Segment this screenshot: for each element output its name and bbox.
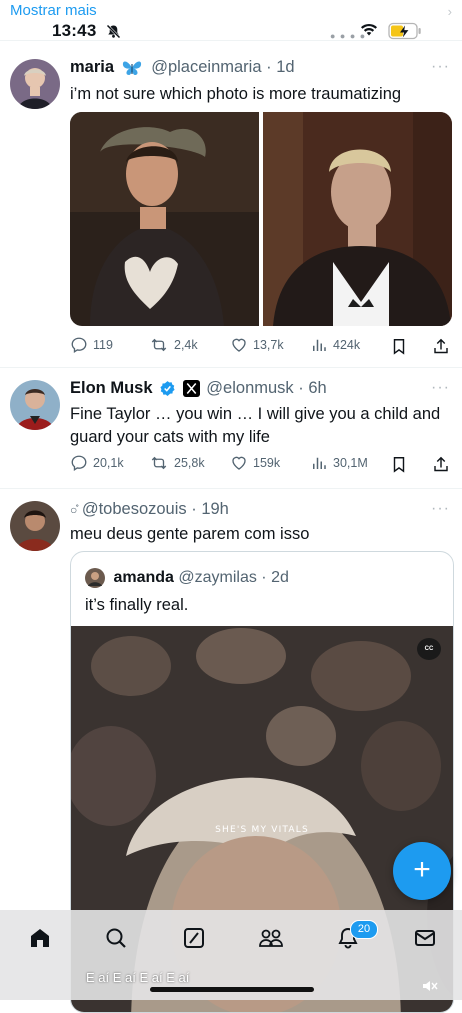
search-icon[interactable] bbox=[104, 926, 128, 950]
handle[interactable]: @tobesozouis bbox=[82, 500, 187, 518]
tweet-image[interactable] bbox=[70, 112, 259, 326]
retweet-count: 25,8k bbox=[174, 456, 205, 470]
tweet[interactable]: maria @placeinmaria · 1d ··· i’m not sur… bbox=[0, 41, 462, 366]
quote-header: amanda @zaymilas · 2d bbox=[85, 568, 289, 588]
views-count: 30,1M bbox=[333, 456, 368, 470]
quote-text: it’s finally real. bbox=[85, 596, 189, 614]
avatar[interactable] bbox=[10, 501, 60, 551]
avatar[interactable] bbox=[10, 380, 60, 430]
retweet-icon bbox=[151, 338, 167, 352]
tweet-header: maria @placeinmaria · 1d bbox=[70, 58, 295, 77]
retweet-count: 2,4k bbox=[174, 338, 198, 352]
tweet-text: Fine Taylor … you win … I will give you … bbox=[70, 405, 441, 446]
like-count: 159k bbox=[253, 456, 281, 470]
reply-icon bbox=[71, 337, 87, 354]
reply-button[interactable]: 20,1k bbox=[70, 454, 124, 472]
now-playing-text: E aí E aí E aí E aí bbox=[86, 970, 190, 985]
home-indicator bbox=[150, 987, 314, 992]
tweet[interactable]: Elon Musk @elonmusk · 6h ··· Fine Taylor… bbox=[0, 368, 462, 488]
reply-count: 20,1k bbox=[93, 456, 124, 470]
quote-display-name[interactable]: amanda bbox=[113, 569, 173, 586]
retweet-button[interactable]: 25,8k bbox=[149, 454, 205, 472]
bookmark-icon[interactable] bbox=[390, 337, 408, 356]
status-bar: Mostrar mais › 13:43 ● ● ● ● bbox=[0, 0, 462, 41]
separator-dot: · bbox=[256, 569, 272, 587]
wifi-icon bbox=[361, 23, 377, 36]
views-count: 424k bbox=[333, 338, 361, 352]
views-icon bbox=[313, 457, 326, 469]
tweet-header: ○̊ @tobesozouis · 19h bbox=[70, 500, 229, 519]
tweet-image[interactable] bbox=[263, 112, 452, 326]
mute-icon[interactable] bbox=[422, 979, 438, 993]
views-button[interactable]: 424k bbox=[310, 336, 360, 354]
tweet-header: Elon Musk @elonmusk · 6h bbox=[70, 379, 327, 398]
home-icon[interactable] bbox=[28, 926, 52, 950]
share-icon[interactable] bbox=[432, 455, 450, 474]
chevron-right-icon[interactable]: › bbox=[448, 4, 452, 19]
quote-timestamp[interactable]: 2d bbox=[271, 569, 289, 586]
status-time: 13:43 bbox=[52, 21, 97, 40]
silent-mode-icon bbox=[106, 24, 121, 39]
views-button[interactable]: 30,1M bbox=[310, 454, 368, 472]
avatar[interactable] bbox=[85, 568, 105, 588]
more-options-icon[interactable]: ··· bbox=[431, 500, 450, 518]
handle[interactable]: @elonmusk bbox=[206, 379, 293, 397]
compose-button[interactable]: + bbox=[393, 842, 451, 900]
separator-dot: · bbox=[186, 500, 202, 518]
tweet-text: i’m not sure which photo is more traumat… bbox=[70, 85, 402, 103]
timestamp[interactable]: 6h bbox=[308, 379, 326, 397]
tweet-actions: 119 2,4k 13,7k 424k bbox=[70, 336, 452, 358]
more-options-icon[interactable]: ··· bbox=[431, 379, 450, 397]
like-icon bbox=[232, 456, 246, 470]
timestamp[interactable]: 19h bbox=[201, 500, 229, 518]
messages-icon[interactable] bbox=[413, 926, 437, 950]
more-options-icon[interactable]: ··· bbox=[431, 58, 450, 76]
display-name[interactable]: Elon Musk bbox=[70, 379, 153, 397]
compose-icon: + bbox=[413, 853, 431, 886]
views-icon bbox=[313, 339, 326, 351]
tweet-actions: 20,1k 25,8k 159k 30,1M bbox=[70, 454, 452, 476]
bookmark-icon[interactable] bbox=[390, 455, 408, 474]
tweet-text: meu deus gente parem com isso bbox=[70, 525, 310, 543]
avatar[interactable] bbox=[10, 59, 60, 109]
reply-icon bbox=[71, 455, 87, 472]
reply-count: 119 bbox=[93, 338, 113, 352]
verified-icon bbox=[160, 381, 175, 397]
like-count: 13,7k bbox=[253, 338, 284, 352]
sparkle-emoji-icon: ○̊ bbox=[70, 503, 78, 517]
communities-icon[interactable] bbox=[258, 926, 284, 950]
like-button[interactable]: 13,7k bbox=[230, 336, 284, 354]
timestamp[interactable]: 1d bbox=[276, 58, 294, 76]
retweet-icon bbox=[151, 456, 167, 470]
video-caption: SHE'S MY VITALS bbox=[215, 825, 309, 835]
like-button[interactable]: 159k bbox=[230, 454, 280, 472]
show-more-link[interactable]: Mostrar mais bbox=[10, 2, 97, 19]
reply-button[interactable]: 119 bbox=[70, 336, 113, 354]
retweet-button[interactable]: 2,4k bbox=[149, 336, 198, 354]
handle[interactable]: @placeinmaria bbox=[151, 58, 261, 76]
butterfly-emoji-icon bbox=[122, 61, 141, 75]
battery-icon bbox=[388, 22, 421, 40]
share-icon[interactable] bbox=[432, 337, 450, 356]
cc-button[interactable]: CC bbox=[417, 638, 441, 660]
separator-dot: · bbox=[293, 379, 309, 397]
display-name[interactable]: maria bbox=[70, 58, 114, 76]
notification-badge: 20 bbox=[350, 920, 378, 939]
like-icon bbox=[232, 338, 246, 352]
separator-dot: · bbox=[261, 58, 277, 76]
grok-icon[interactable] bbox=[182, 926, 206, 950]
x-affiliate-icon bbox=[182, 380, 200, 398]
quote-handle[interactable]: @zaymilas bbox=[178, 569, 256, 586]
